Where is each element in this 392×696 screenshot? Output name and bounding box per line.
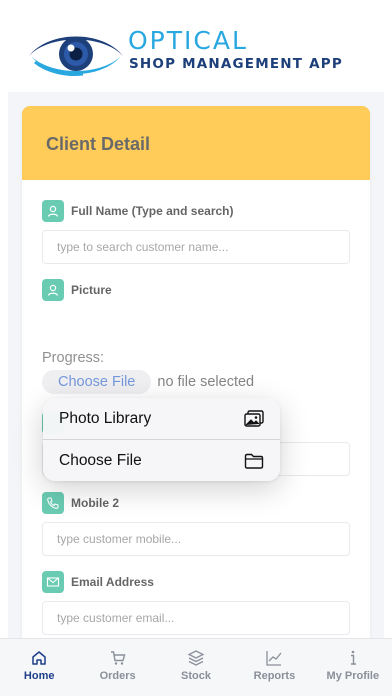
file-source-menu: Photo Library Choose File <box>43 398 280 481</box>
menu-item-photo-library[interactable]: Photo Library <box>43 398 280 439</box>
info-icon <box>350 650 356 665</box>
menu-item-label: Choose File <box>59 451 142 469</box>
folder-icon <box>244 453 264 469</box>
nav-label: Reports <box>253 670 296 682</box>
cart-icon <box>110 651 126 665</box>
eye-logo-icon <box>29 36 123 76</box>
home-icon <box>32 651 46 665</box>
menu-item-label: Photo Library <box>59 409 152 427</box>
popover-backdrop[interactable] <box>0 92 392 638</box>
nav-label: Home <box>23 670 55 682</box>
nav-home[interactable]: Home <box>0 639 78 696</box>
photo-library-icon <box>244 409 264 427</box>
nav-label: Stock <box>181 670 211 682</box>
layers-icon <box>187 650 205 666</box>
chart-icon <box>266 651 282 666</box>
bottom-nav: Home Orders Stock Reports My Profile <box>0 638 392 696</box>
menu-item-choose-file[interactable]: Choose File <box>43 440 280 481</box>
nav-label: My Profile <box>326 670 380 682</box>
nav-orders[interactable]: Orders <box>78 639 156 696</box>
nav-stock[interactable]: Stock <box>157 639 235 696</box>
nav-reports[interactable]: Reports <box>235 639 313 696</box>
nav-label: Orders <box>99 670 136 682</box>
brand-title: OPTICAL <box>128 26 248 55</box>
brand-subtitle: SHOP MANAGEMENT APP <box>129 56 343 72</box>
nav-my-profile[interactable]: My Profile <box>314 639 392 696</box>
app-header: OPTICAL SHOP MANAGEMENT APP <box>0 0 392 92</box>
